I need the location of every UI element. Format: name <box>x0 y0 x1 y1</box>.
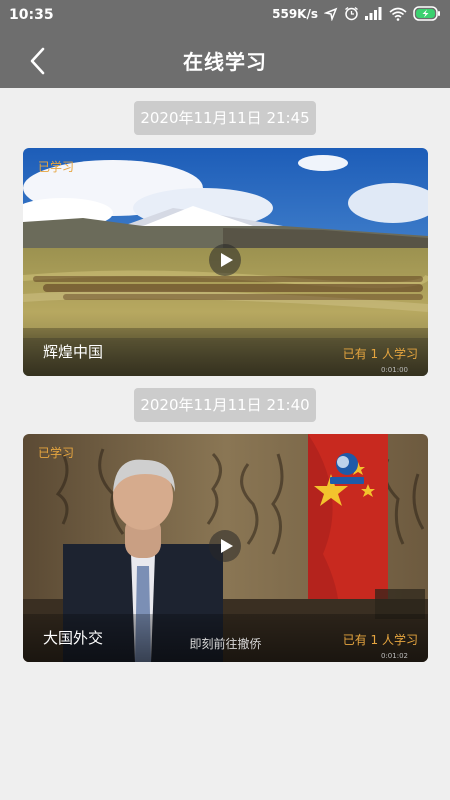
network-speed: 559K/s <box>272 6 318 21</box>
signal-icon <box>365 7 383 20</box>
status-bar: 10:35 559K/s <box>0 0 450 30</box>
status-icons: 559K/s <box>272 6 441 21</box>
learner-count: 已有 1 人学习 <box>342 633 418 647</box>
card-caption-bar: 大国外交 即刻前往撤侨 已有 1 人学习 0:01:02 <box>23 614 428 662</box>
status-time: 10:35 <box>9 7 54 23</box>
video-title: 辉煌中国 <box>43 343 104 361</box>
battery-charging-icon <box>413 6 441 21</box>
video-duration: 0:01:00 <box>381 366 408 374</box>
wifi-icon <box>389 7 407 21</box>
app-header: 10:35 559K/s 在线学习 <box>0 0 450 88</box>
alarm-icon <box>344 6 359 21</box>
cctv-logo <box>328 452 366 486</box>
date-chip: 2020年11月11日 21:40 <box>134 388 316 422</box>
video-card[interactable]: 已学习 辉煌中国 已有 1 人学习 0:01:00 <box>23 148 428 376</box>
learner-count: 已有 1 人学习 <box>342 347 418 361</box>
card-caption-bar: 辉煌中国 已有 1 人学习 0:01:00 <box>23 328 428 376</box>
location-icon <box>324 7 338 21</box>
video-duration: 0:01:02 <box>381 652 408 660</box>
date-chip: 2020年11月11日 21:45 <box>134 101 316 135</box>
learned-tag: 已学习 <box>38 446 75 460</box>
page-title: 在线学习 <box>183 50 267 74</box>
learned-tag: 已学习 <box>38 160 75 174</box>
navbar: 在线学习 <box>0 30 450 88</box>
play-button[interactable] <box>209 244 241 276</box>
play-icon <box>221 253 233 267</box>
video-card[interactable]: 已学习 大国外交 即刻前往撤侨 已有 1 人学习 0:01:02 <box>23 434 428 662</box>
play-icon <box>221 539 233 553</box>
play-button[interactable] <box>209 530 241 562</box>
